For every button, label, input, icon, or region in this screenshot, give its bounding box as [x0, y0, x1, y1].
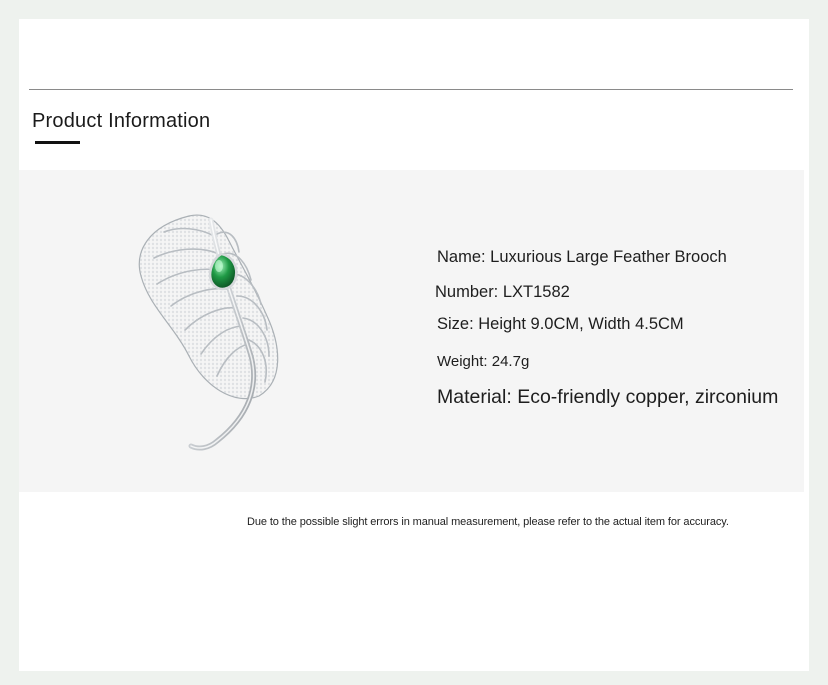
- spec-size: Size: Height 9.0CM, Width 4.5CM: [437, 315, 684, 333]
- title-underline: [35, 141, 80, 144]
- spec-material: Material: Eco-friendly copper, zirconium: [437, 386, 779, 408]
- emerald-gem-icon: [209, 252, 238, 291]
- feather-brooch-image: [138, 214, 279, 451]
- spec-number: Number: LXT1582: [435, 283, 570, 301]
- product-panel: Name: Luxurious Large Feather Brooch Num…: [19, 170, 804, 492]
- spec-name: Name: Luxurious Large Feather Brooch: [437, 248, 727, 266]
- section-title: Product Information: [32, 110, 211, 132]
- product-info-card: Product Information Name: Luxurious Larg…: [19, 19, 809, 671]
- top-divider: [29, 89, 793, 90]
- measurement-disclaimer: Due to the possible slight errors in man…: [247, 516, 729, 528]
- spec-weight: Weight: 24.7g: [437, 353, 530, 370]
